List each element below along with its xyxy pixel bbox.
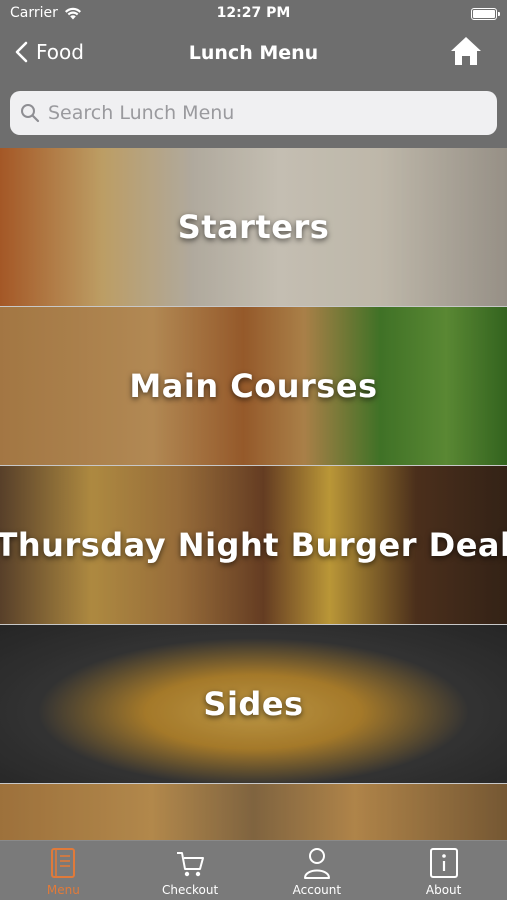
- menu-item-label: Sides: [203, 685, 304, 723]
- search-input[interactable]: [48, 102, 468, 124]
- menu-item-starters[interactable]: Starters: [0, 148, 507, 307]
- tab-bar: Menu Checkout Account About: [0, 840, 507, 900]
- menu-book-icon: [51, 848, 76, 878]
- person-icon: [303, 848, 330, 879]
- home-button[interactable]: [449, 35, 483, 71]
- tab-label: Checkout: [162, 883, 219, 897]
- tab-label: About: [425, 883, 462, 897]
- search-icon: [21, 104, 40, 123]
- menu-item-label: Thursday Night Burger Deal: [0, 526, 507, 564]
- battery-icon: [471, 8, 500, 20]
- status-bar: Carrier 12:27 PM: [0, 0, 507, 28]
- navigation-bar: Food Lunch Menu: [0, 28, 507, 80]
- tab-account[interactable]: Account: [254, 841, 381, 900]
- menu-category-list: Starters Main Courses Thursday Night Bur…: [0, 148, 507, 840]
- menu-item-label: Main Courses: [129, 367, 378, 405]
- info-icon: [429, 848, 458, 878]
- menu-item-sides[interactable]: Sides: [0, 625, 507, 784]
- tab-label: Menu: [46, 883, 80, 897]
- menu-item-burger-deal[interactable]: Thursday Night Burger Deal: [0, 466, 507, 625]
- cart-icon: [177, 852, 205, 877]
- home-icon: [451, 37, 481, 65]
- menu-item-burgers[interactable]: [0, 784, 507, 840]
- clock: 12:27 PM: [216, 5, 291, 21]
- tab-checkout[interactable]: Checkout: [127, 841, 254, 900]
- tab-about[interactable]: About: [380, 841, 507, 900]
- menu-item-main-courses[interactable]: Main Courses: [0, 307, 507, 466]
- tab-menu[interactable]: Menu: [0, 841, 127, 900]
- search-bar: [10, 91, 497, 135]
- menu-item-label: Starters: [177, 208, 330, 246]
- tab-label: Account: [292, 883, 342, 897]
- burgers-photo: [0, 784, 507, 840]
- page-title: Lunch Menu: [188, 42, 319, 64]
